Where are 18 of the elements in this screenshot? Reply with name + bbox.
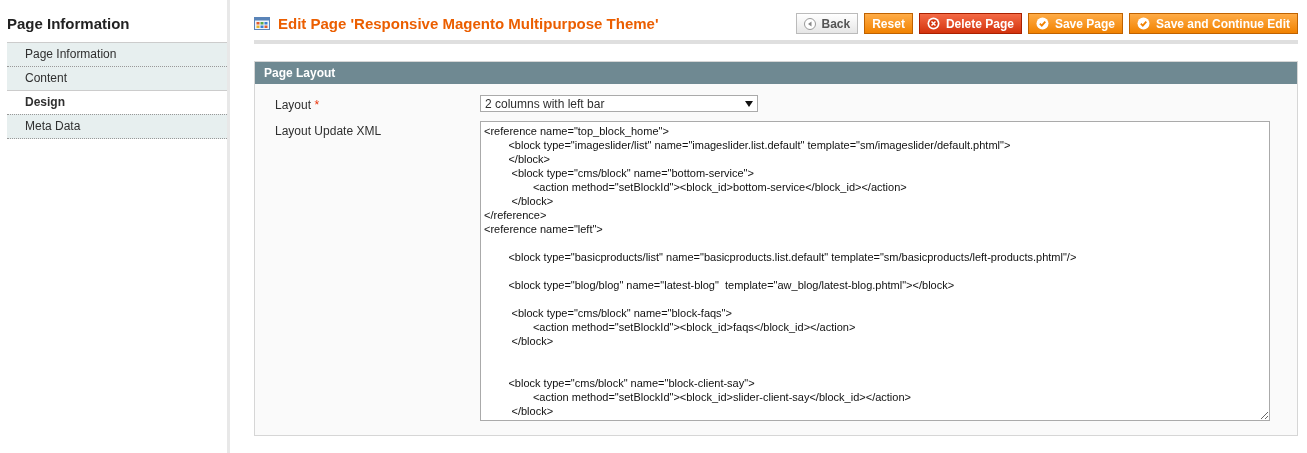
dropdown-arrow-icon bbox=[745, 100, 753, 107]
field-label: Layout * bbox=[275, 97, 321, 112]
section-title: Page Layout bbox=[264, 66, 336, 80]
checkmark-icon bbox=[1137, 17, 1150, 30]
delete-button[interactable]: Delete Page bbox=[918, 13, 1022, 34]
back-button[interactable]: Back bbox=[795, 13, 859, 34]
close-circle-icon bbox=[926, 17, 940, 30]
field-label: Layout Update XML bbox=[275, 123, 383, 140]
sidebar-tab[interactable]: Page Information bbox=[7, 42, 227, 66]
required-mark: * bbox=[314, 98, 320, 112]
page-grid-icon bbox=[254, 17, 270, 30]
layout-select[interactable]: 2 columns with left bar bbox=[480, 95, 758, 112]
sidebar-tab[interactable]: Meta Data bbox=[7, 114, 227, 139]
sidebar-tab[interactable]: Content bbox=[7, 66, 227, 90]
xml-textarea[interactable]: <reference name="top_block_home"> <block type="imageslider/list" name="imageslider.list.default" template="sm/imageslider/default.phtml"> </block> <block type="cms/block" name="bottom-service"> <action method="setBlockId"><block_id>bottom-service</block_id></action> </block> </reference> <reference name="left"> <block type="basicproducts/list" name="basicproducts.list.default" template="sm/basicproducts/left-products.phtml"/> <block type="blog/blog" name="latest-blog" template="aw_blog/latest-blog.phtml"></block> <block type="cms/block" name="block-faqs"> <action method="setBlockId"><block_id>faqs</block_id></action> </block> <block type="cms/block" name="block-client-say"> <action method="setBlockId"><block_id>slider-client-say</block_id></action> </block> bbox=[480, 121, 1270, 421]
sidebar-title: Page Information bbox=[7, 15, 131, 32]
page-title: Edit Page 'Responsive Magento Multipurpose Theme' bbox=[278, 15, 659, 32]
checkmark-icon bbox=[1035, 17, 1049, 30]
